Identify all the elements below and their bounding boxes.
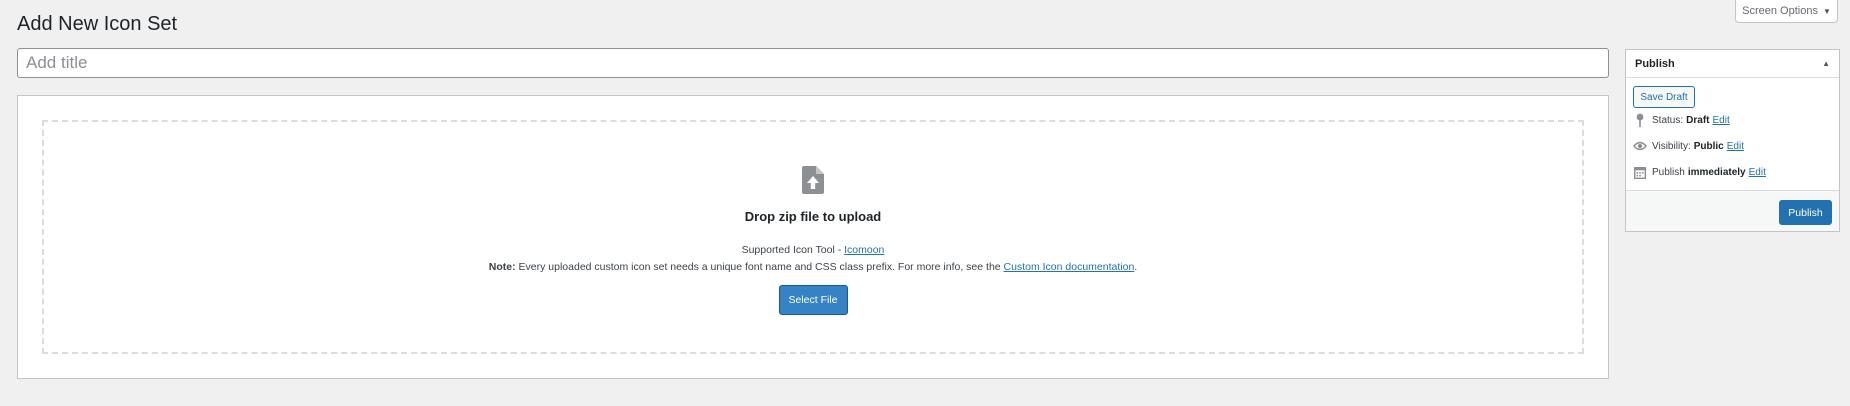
note-suffix: . <box>1134 261 1138 273</box>
schedule-value: immediately <box>1687 166 1746 178</box>
zip-dropzone[interactable]: Drop zip file to upload Supported Icon T… <box>42 120 1584 354</box>
file-upload-icon <box>802 166 824 194</box>
select-file-button[interactable]: Select File <box>778 285 848 315</box>
supported-tool-text: Supported Icon Tool - Icomoon <box>742 244 885 256</box>
status-label: Status: <box>1652 114 1684 126</box>
calendar-icon <box>1633 165 1647 179</box>
supported-tool-label: Supported Icon Tool - <box>741 244 845 256</box>
caret-down-icon: ▼ <box>1822 6 1831 16</box>
screen-options-button[interactable]: Screen Options ▼ <box>1735 0 1838 23</box>
status-edit-link[interactable]: Edit <box>1712 115 1729 126</box>
upload-panel: Drop zip file to upload Supported Icon T… <box>17 95 1609 379</box>
custom-icon-documentation-link[interactable]: Custom Icon documentation <box>1004 261 1135 273</box>
publish-panel: Publish ▲ Save Draft Status: Draft Edit … <box>1625 49 1840 232</box>
page-title: Add New Icon Set <box>17 13 178 35</box>
visibility-label: Visibility: <box>1652 140 1691 152</box>
visibility-edit-link[interactable]: Edit <box>1727 141 1744 152</box>
note-text: Every uploaded custom icon set needs a u… <box>515 261 1004 273</box>
save-draft-button[interactable]: Save Draft <box>1633 86 1695 108</box>
screen-options-label: Screen Options <box>1742 5 1818 17</box>
eye-icon <box>1633 139 1647 153</box>
schedule-row: Publish immediately Edit <box>1633 165 1766 179</box>
title-input[interactable] <box>17 48 1609 78</box>
dropzone-heading: Drop zip file to upload <box>744 209 882 224</box>
collapse-toggle-icon[interactable]: ▲ <box>1822 59 1830 68</box>
publish-button[interactable]: Publish <box>1779 200 1832 225</box>
schedule-label: Publish <box>1652 166 1685 178</box>
upload-note: Note: Every uploaded custom icon set nee… <box>489 261 1137 273</box>
icomoon-link[interactable]: Icomoon <box>844 244 884 256</box>
visibility-row: Visibility: Public Edit <box>1633 139 1744 153</box>
publish-panel-title: Publish <box>1635 57 1675 70</box>
status-row: Status: Draft Edit <box>1633 113 1730 127</box>
status-value: Draft <box>1686 114 1710 126</box>
publish-actions: Publish <box>1626 190 1839 231</box>
visibility-value: Public <box>1693 140 1724 152</box>
note-label: Note: <box>488 261 516 273</box>
publish-panel-header[interactable]: Publish ▲ <box>1626 50 1839 78</box>
schedule-edit-link[interactable]: Edit <box>1749 167 1766 178</box>
pin-icon <box>1633 113 1647 127</box>
